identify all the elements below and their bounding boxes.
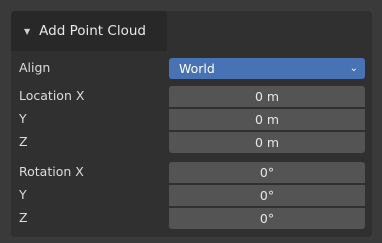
location-x-label: Location X <box>19 88 85 103</box>
rotation-y-field[interactable]: 0° <box>169 185 365 206</box>
location-z-field[interactable]: 0 m <box>169 132 365 153</box>
operator-panel: ▼ Add Point Cloud Align World ⌄ Location… <box>11 11 372 237</box>
align-row: Align World ⌄ <box>11 57 372 79</box>
align-label: Align <box>19 60 51 75</box>
rotation-z-field[interactable]: 0° <box>169 208 365 229</box>
location-x-field[interactable]: 0 m <box>169 86 365 107</box>
align-value: World <box>179 61 215 76</box>
align-dropdown[interactable]: World ⌄ <box>169 58 365 79</box>
location-y-field[interactable]: 0 m <box>169 109 365 130</box>
panel-title: Add Point Cloud <box>39 23 146 39</box>
rotation-y-label: Y <box>19 187 27 202</box>
collapse-triangle-icon[interactable]: ▼ <box>24 27 30 36</box>
rotation-z-row: Z 0° <box>11 207 372 229</box>
rotation-x-row: Rotation X 0° <box>11 161 372 183</box>
chevron-down-icon: ⌄ <box>349 63 358 74</box>
location-z-label: Z <box>19 134 28 149</box>
location-y-row: Y 0 m <box>11 108 372 130</box>
location-x-row: Location X 0 m <box>11 85 372 107</box>
rotation-x-label: Rotation X <box>19 164 84 179</box>
rotation-y-row: Y 0° <box>11 184 372 206</box>
panel-header[interactable]: ▼ Add Point Cloud <box>11 11 167 51</box>
location-y-label: Y <box>19 111 27 126</box>
rotation-z-label: Z <box>19 210 28 225</box>
location-z-row: Z 0 m <box>11 131 372 153</box>
rotation-x-field[interactable]: 0° <box>169 162 365 183</box>
